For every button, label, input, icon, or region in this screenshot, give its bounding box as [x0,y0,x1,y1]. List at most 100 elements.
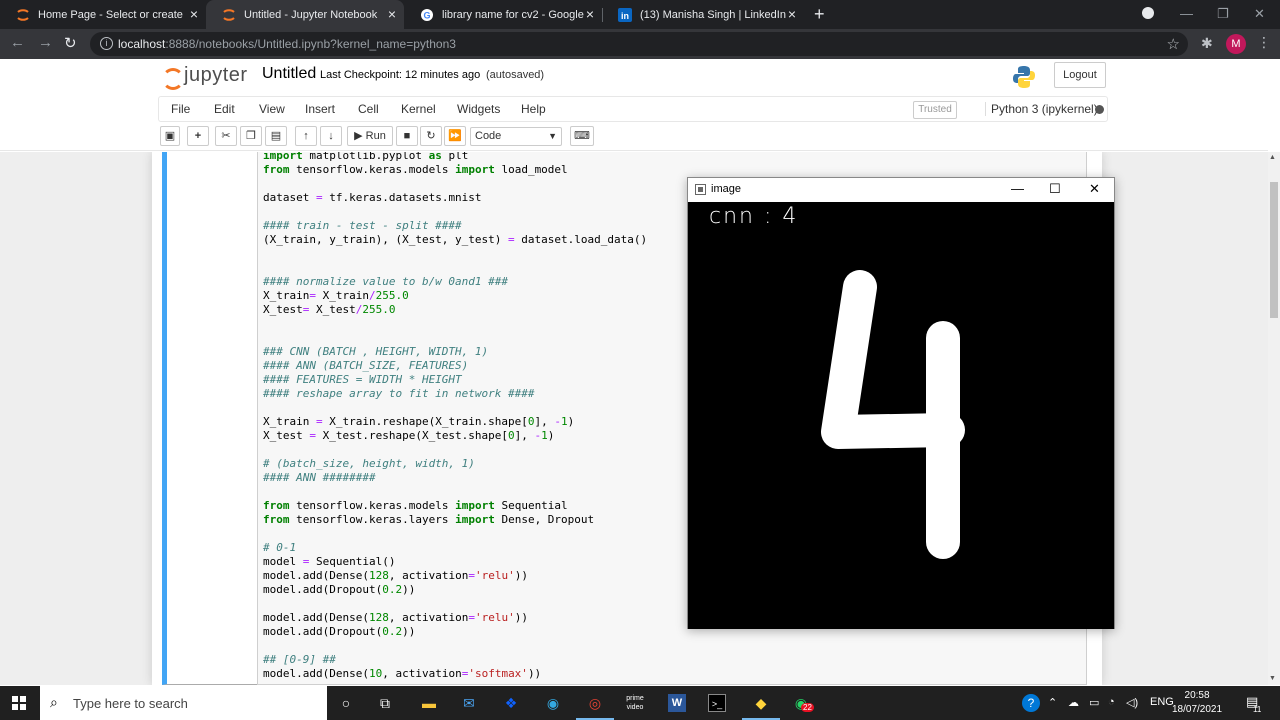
menu-help[interactable]: Help [521,102,546,116]
menu-kebab-icon[interactable]: ⋮ [1257,34,1271,51]
menu-cell[interactable]: Cell [358,102,379,116]
restart-button[interactable]: ↻ [420,126,442,146]
language-indicator[interactable]: ENG [1150,696,1174,708]
move-down-button[interactable]: ↓ [320,126,342,146]
code-line[interactable]: dataset = tf.keras.datasets.mnist [263,191,647,205]
maximize-icon[interactable]: ☐ [1049,181,1061,197]
code-line[interactable]: model.add(Dense(128, activation='relu')) [263,611,647,625]
scroll-down-icon[interactable]: ▼ [1269,675,1276,682]
run-button[interactable]: ▶ Run [347,126,393,146]
close-icon[interactable]: ✕ [1089,181,1100,197]
notebook-name[interactable]: Untitled [262,65,316,83]
code-line[interactable]: #### ANN (BATCH_SIZE, FEATURES) [263,359,647,373]
tab-untitled-notebook[interactable]: Untitled - Jupyter Notebook × [206,0,404,29]
code-line[interactable]: #### normalize value to b/w 0and1 ### [263,275,647,289]
code-line[interactable] [263,485,647,499]
code-line[interactable] [263,317,647,331]
paste-button[interactable]: ▤ [265,126,287,146]
reload-icon[interactable]: ↻ [64,34,77,52]
code-line[interactable] [263,401,647,415]
code-line[interactable]: model.add(Dropout(0.2)) [263,583,647,597]
address-bar[interactable]: i localhost:8888/notebooks/Untitled.ipyn… [90,32,1188,56]
code-line[interactable]: model.add(Dense(128, activation='relu')) [263,569,647,583]
code-line[interactable] [263,247,647,261]
mail-icon[interactable]: ✉ [460,694,478,712]
task-view-icon[interactable]: ⧉ [376,694,394,712]
close-window-icon[interactable]: ✕ [1254,6,1265,22]
menu-insert[interactable]: Insert [305,102,335,116]
insert-cell-button[interactable]: + [187,126,209,146]
code-line[interactable]: model.add(Dense(10, activation='softmax'… [263,667,647,681]
code-line[interactable]: from tensorflow.keras.models import Sequ… [263,499,647,513]
jupyter-logo[interactable]: jupyter [160,64,248,90]
window-titlebar[interactable]: image — ☐ ✕ [688,178,1114,202]
scroll-up-icon[interactable]: ▲ [1269,154,1276,161]
code-line[interactable]: # 0-1 [263,541,647,555]
code-line[interactable]: #### ANN ######## [263,471,647,485]
cut-button[interactable]: ✂ [215,126,237,146]
code-line[interactable]: #### reshape array to fit in network ###… [263,387,647,401]
menu-widgets[interactable]: Widgets [457,102,500,116]
python-taskbar-icon[interactable]: ◆ [752,694,770,712]
code-line[interactable]: X_train= X_train/255.0 [263,289,647,303]
volume-icon[interactable]: ◁) [1126,696,1138,709]
minimize-icon[interactable]: — [1180,6,1193,21]
code-line[interactable] [263,177,647,191]
code-line[interactable]: (X_train, y_train), (X_test, y_test) = d… [263,233,647,247]
menu-edit[interactable]: Edit [214,102,235,116]
code-line[interactable]: X_test = X_test.reshape(X_test.shape[0],… [263,429,647,443]
code-line[interactable]: model = Sequential() [263,555,647,569]
opencv-image-window[interactable]: image — ☐ ✕ cnn : 4 [687,177,1115,629]
move-up-button[interactable]: ↑ [295,126,317,146]
code-text[interactable]: import matplotlib.pyplot as plt from tens… [263,152,647,681]
code-line[interactable] [263,261,647,275]
scrollbar-thumb[interactable] [1270,182,1278,318]
dropbox-icon[interactable]: ❖ [502,694,520,712]
chevron-up-icon[interactable]: ⌃ [1048,696,1057,709]
code-line[interactable]: ### CNN (BATCH , HEIGHT, WIDTH, 1) [263,345,647,359]
new-tab-icon[interactable]: + [814,4,825,25]
code-line[interactable]: import matplotlib.pyplot as plt [263,152,647,163]
back-icon[interactable]: ← [10,34,25,51]
code-line[interactable] [263,331,647,345]
taskbar-search[interactable]: ⌕ Type here to search [40,686,327,720]
close-icon[interactable]: × [788,7,796,21]
menu-kernel[interactable]: Kernel [401,102,436,116]
code-line[interactable] [263,597,647,611]
code-line[interactable]: #### FEATURES = WIDTH * HEIGHT [263,373,647,387]
close-icon[interactable]: × [190,7,198,21]
cell-type-select[interactable]: Code ▼ [470,127,562,146]
windows-start-icon[interactable] [12,696,26,710]
tab-google-search[interactable]: G library name for cv2 - Google Se × [404,0,602,29]
kernel-name[interactable]: Python 3 (ipykernel) [985,102,1098,116]
help-icon[interactable]: ? [1022,694,1040,712]
wifi-icon[interactable]: ◔ [1108,696,1115,708]
extensions-icon[interactable]: ✱ [1201,35,1213,52]
cortana-icon[interactable]: ○ [337,694,355,712]
code-line[interactable]: #### train - test - split #### [263,219,647,233]
command-palette-button[interactable]: ⌨ [570,126,594,146]
prime-video-icon[interactable]: prime video [626,694,644,712]
terminal-icon[interactable]: >_ [708,694,726,712]
taskbar-clock[interactable]: 20:58 18/07/2021 [1172,689,1222,717]
menu-view[interactable]: View [259,102,285,116]
forward-icon[interactable]: → [38,34,53,51]
close-icon[interactable]: × [586,7,594,21]
info-icon[interactable]: i [100,37,113,50]
tab-home[interactable]: Home Page - Select or create a n × [0,0,206,29]
code-line[interactable] [263,443,647,457]
code-line[interactable]: ## [0-9] ## [263,653,647,667]
battery-icon[interactable]: ▭ [1089,696,1099,709]
restart-run-all-button[interactable]: ⏩ [444,126,466,146]
profile-avatar[interactable]: M [1226,34,1246,54]
code-line[interactable]: from tensorflow.keras.models import load… [263,163,647,177]
code-line[interactable]: model.add(Dropout(0.2)) [263,625,647,639]
interrupt-button[interactable]: ■ [396,126,418,146]
save-button[interactable]: ▣ [160,126,180,146]
code-line[interactable]: # (batch_size, height, width, 1) [263,457,647,471]
code-line[interactable] [263,205,647,219]
close-icon[interactable]: × [388,7,396,21]
tab-search-icon[interactable] [1142,7,1154,19]
menu-file[interactable]: File [171,102,190,116]
code-line[interactable] [263,639,647,653]
